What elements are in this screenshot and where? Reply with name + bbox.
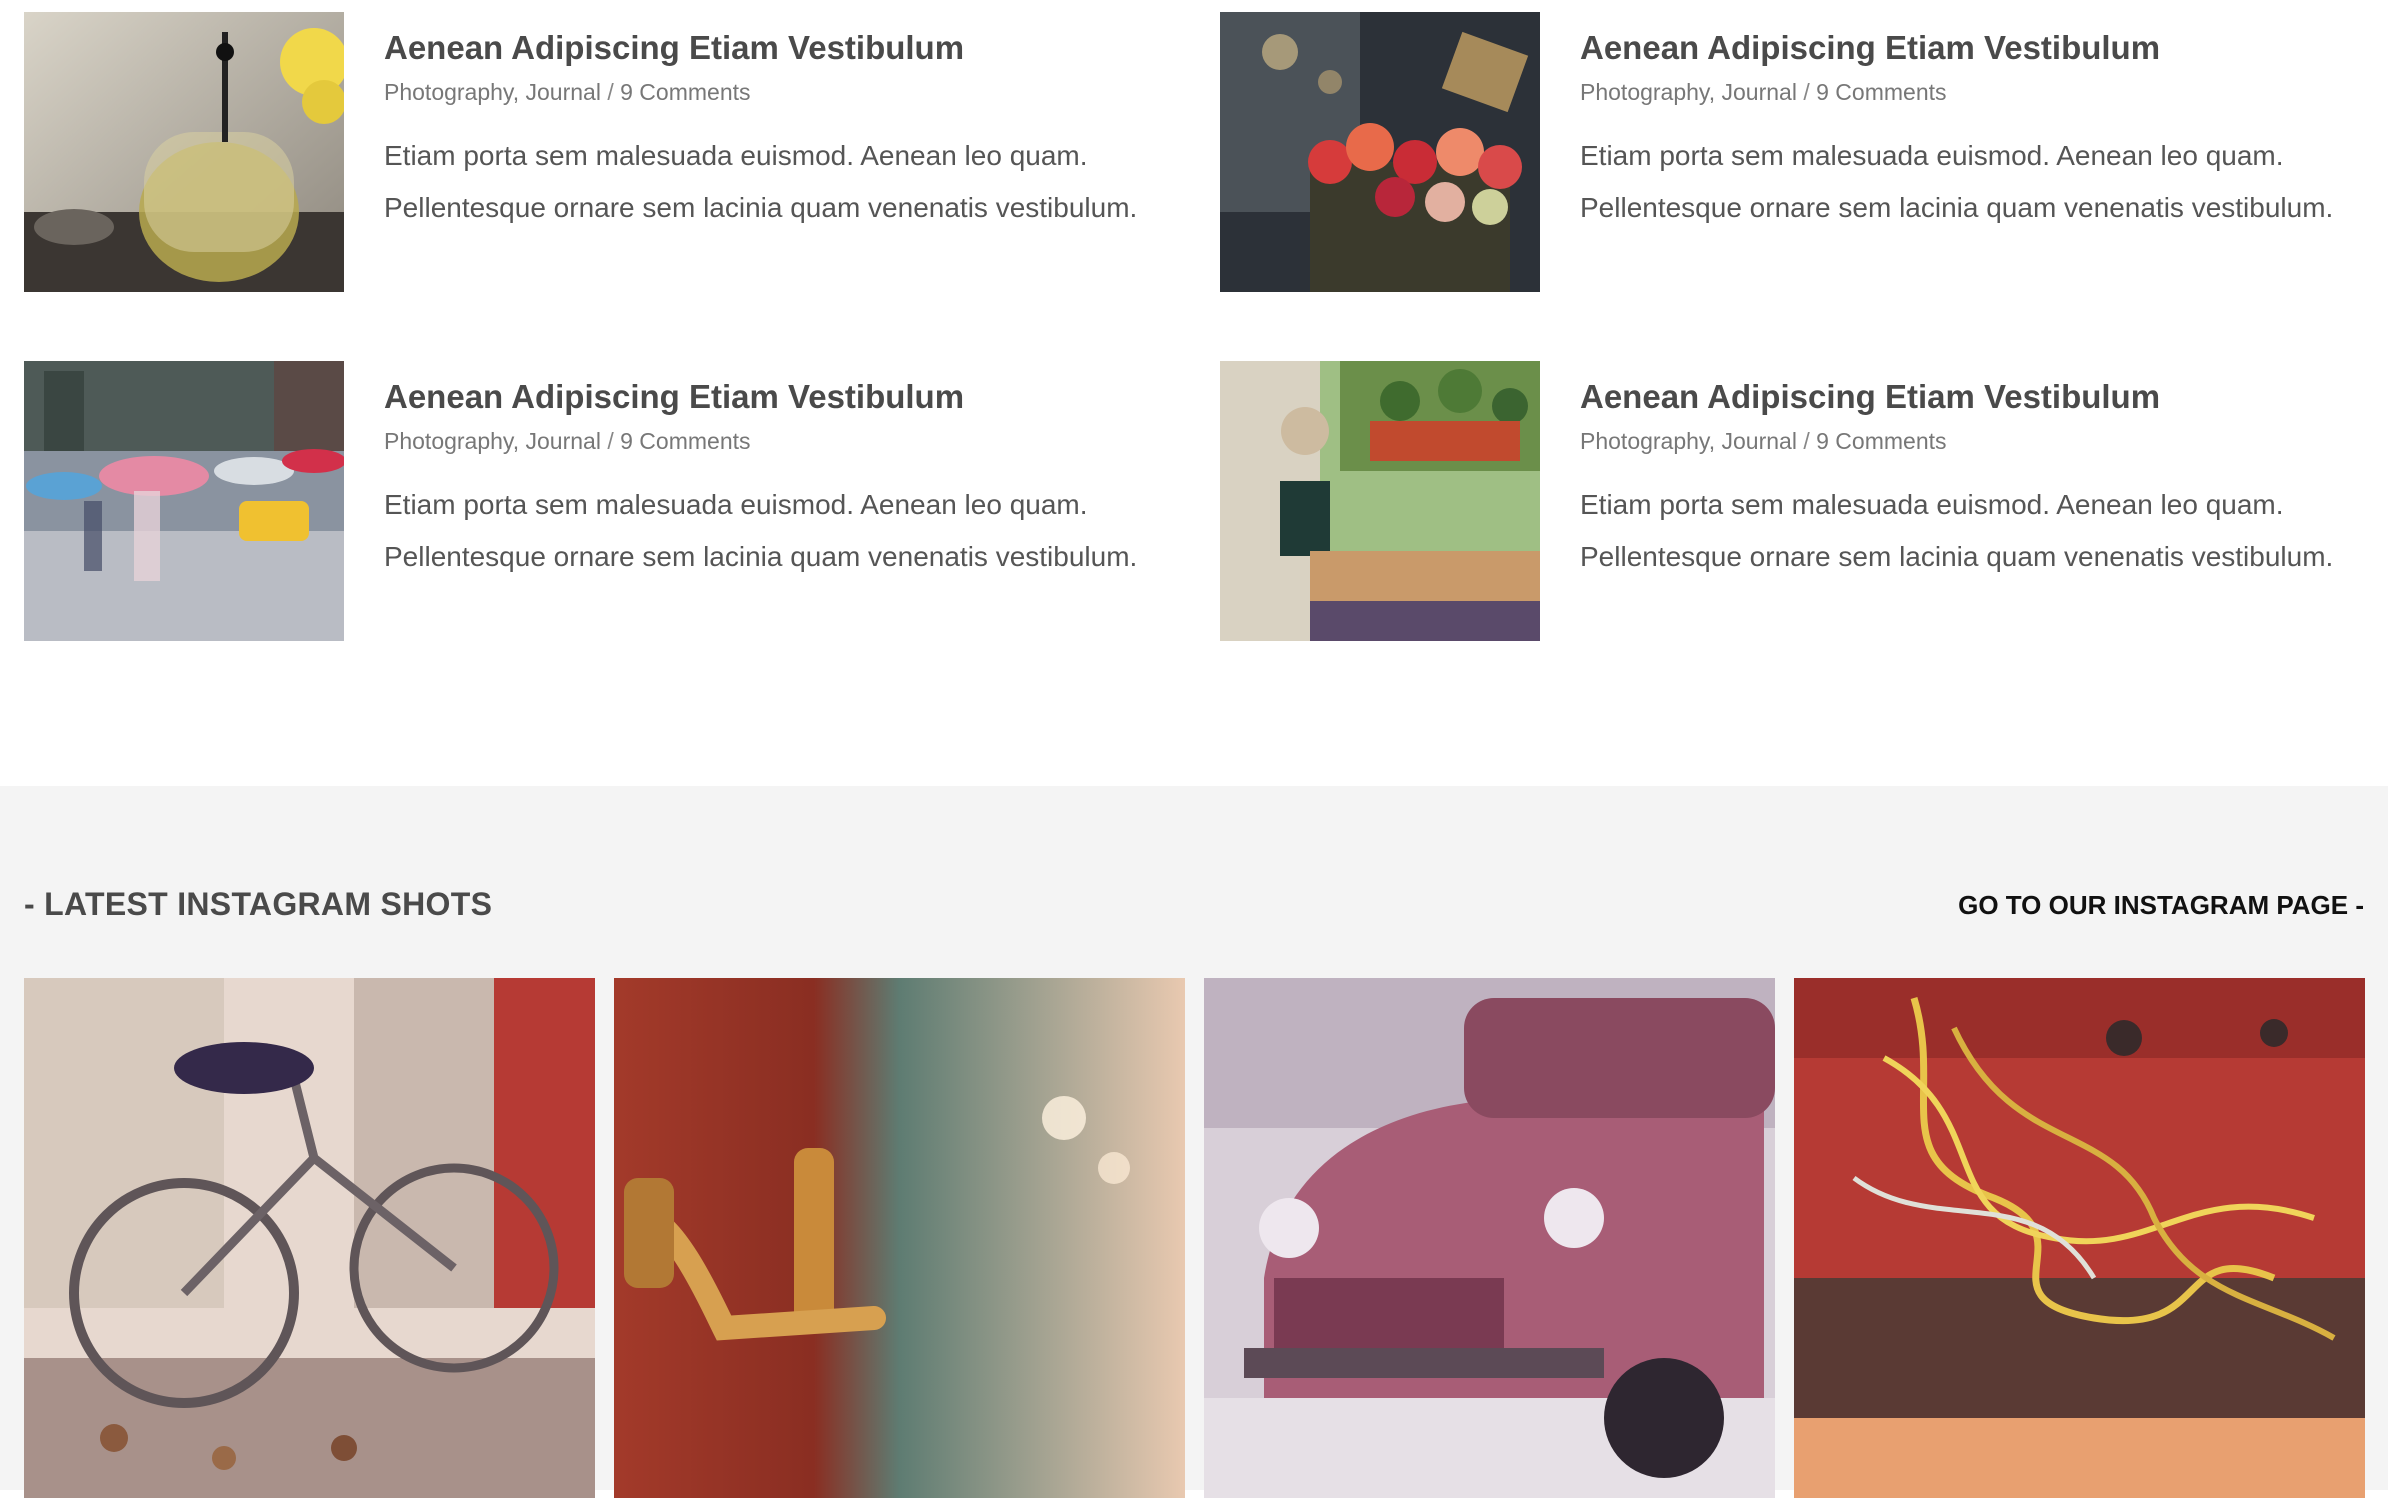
bicycle-photo: [24, 978, 595, 1498]
door-handle-photo: [614, 978, 1185, 1498]
meta-separator: /: [607, 79, 621, 105]
cafe-table-photo: [1220, 361, 1540, 641]
post-excerpt: Etiam porta sem malesuada euismod. Aenea…: [384, 140, 1138, 223]
umbrellas-street-photo: [24, 361, 344, 641]
post-excerpt: Etiam porta sem malesuada euismod. Aenea…: [384, 489, 1138, 572]
post-card: Aenean Adipiscing Etiam Vestibulum Photo…: [24, 12, 1194, 292]
instagram-shot[interactable]: [24, 978, 595, 1498]
meta-separator: /: [1803, 428, 1817, 454]
post-title[interactable]: Aenean Adipiscing Etiam Vestibulum: [1580, 12, 2380, 70]
post-comments-link[interactable]: 9 Comments: [1816, 79, 1946, 105]
old-truck-photo: [1204, 978, 1775, 1498]
roses-photo: [1220, 12, 1540, 292]
post-title[interactable]: Aenean Adipiscing Etiam Vestibulum: [384, 361, 1184, 419]
instagram-shots-grid: [24, 978, 2365, 1498]
post-card: Aenean Adipiscing Etiam Vestibulum Photo…: [24, 361, 1194, 641]
post-categories-link[interactable]: Photography, Journal: [384, 428, 601, 454]
meta-separator: /: [1803, 79, 1817, 105]
post-categories-link[interactable]: Photography, Journal: [384, 79, 601, 105]
post-thumbnail-roses[interactable]: [1220, 12, 1540, 292]
instagram-section-title: - LATEST INSTAGRAM SHOTS: [24, 886, 493, 922]
post-thumbnail-cafe[interactable]: [1220, 361, 1540, 641]
post-card: Aenean Adipiscing Etiam Vestibulum Photo…: [1220, 361, 2388, 641]
instagram-section: - LATEST INSTAGRAM SHOTS GO TO OUR INSTA…: [0, 786, 2388, 1498]
post-meta: Photography, Journal / 9 Comments: [1580, 76, 2380, 108]
post-body: Aenean Adipiscing Etiam Vestibulum Photo…: [384, 361, 1184, 583]
post-meta: Photography, Journal / 9 Comments: [384, 425, 1184, 457]
post-meta: Photography, Journal / 9 Comments: [384, 76, 1184, 108]
post-card: Aenean Adipiscing Etiam Vestibulum Photo…: [1220, 12, 2388, 292]
instagram-page-link[interactable]: GO TO OUR INSTAGRAM PAGE -: [1958, 890, 2364, 921]
post-categories-link[interactable]: Photography, Journal: [1580, 79, 1797, 105]
post-categories-link[interactable]: Photography, Journal: [1580, 428, 1797, 454]
post-thumbnail-umbrellas[interactable]: [24, 361, 344, 641]
wires-photo: [1794, 978, 2365, 1498]
post-comments-link[interactable]: 9 Comments: [620, 428, 750, 454]
post-title[interactable]: Aenean Adipiscing Etiam Vestibulum: [384, 12, 1184, 70]
teapot-photo: [24, 12, 344, 292]
post-title[interactable]: Aenean Adipiscing Etiam Vestibulum: [1580, 361, 2380, 419]
post-body: Aenean Adipiscing Etiam Vestibulum Photo…: [384, 12, 1184, 234]
meta-separator: /: [607, 428, 621, 454]
recent-posts-section: Aenean Adipiscing Etiam Vestibulum Photo…: [0, 0, 2388, 786]
post-excerpt: Etiam porta sem malesuada euismod. Aenea…: [1580, 140, 2334, 223]
instagram-shot[interactable]: [614, 978, 1185, 1498]
post-comments-link[interactable]: 9 Comments: [1816, 428, 1946, 454]
post-excerpt: Etiam porta sem malesuada euismod. Aenea…: [1580, 489, 2334, 572]
post-comments-link[interactable]: 9 Comments: [620, 79, 750, 105]
post-body: Aenean Adipiscing Etiam Vestibulum Photo…: [1580, 361, 2380, 583]
post-body: Aenean Adipiscing Etiam Vestibulum Photo…: [1580, 12, 2380, 234]
post-thumbnail-teapot[interactable]: [24, 12, 344, 292]
instagram-shot[interactable]: [1204, 978, 1775, 1498]
post-meta: Photography, Journal / 9 Comments: [1580, 425, 2380, 457]
instagram-shot[interactable]: [1794, 978, 2365, 1498]
